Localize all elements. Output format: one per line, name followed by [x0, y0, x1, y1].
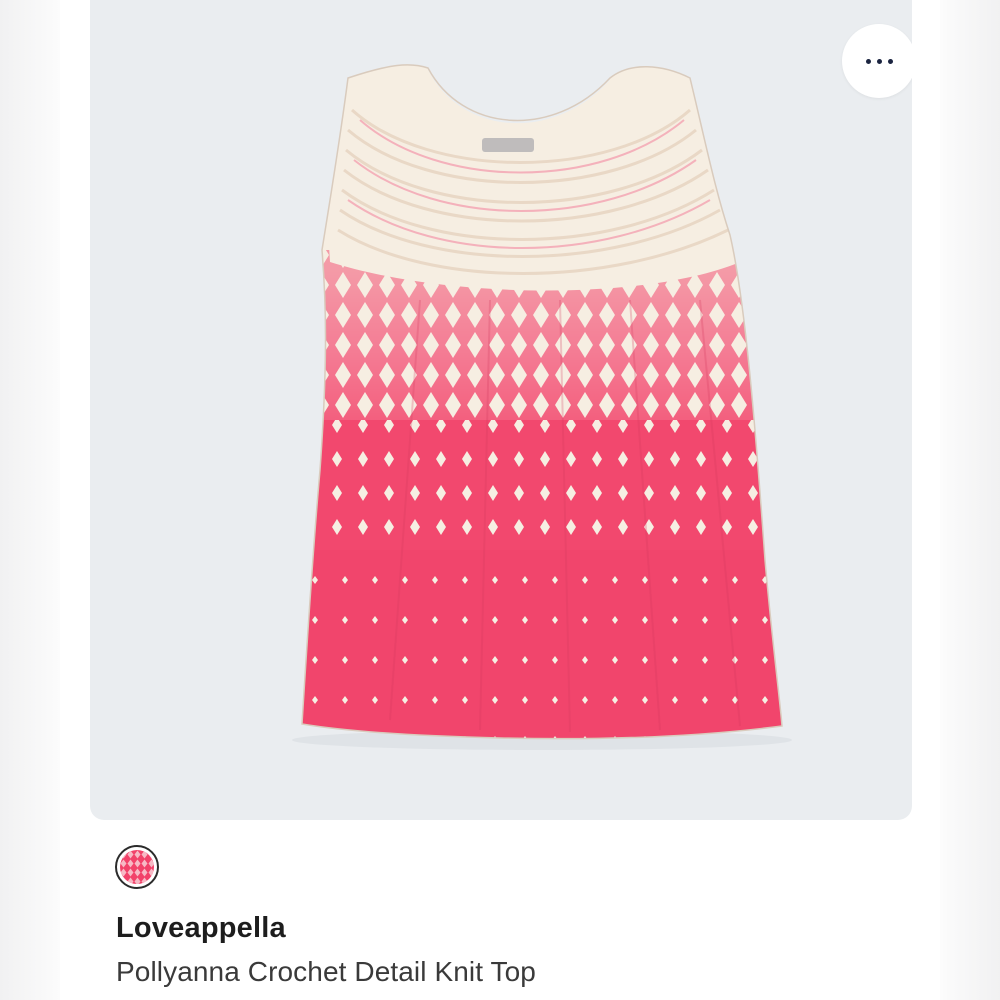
product-title[interactable]: Pollyanna Crochet Detail Knit Top — [116, 956, 536, 988]
product-card[interactable]: Loveappella Pollyanna Crochet Detail Kni… — [60, 0, 940, 1000]
more-dot — [887, 58, 893, 64]
product-image[interactable] — [90, 0, 912, 820]
more-horizontal-icon — [865, 58, 871, 64]
more-options-button[interactable] — [842, 24, 912, 98]
more-dot — [876, 58, 882, 64]
color-swatch[interactable] — [115, 845, 159, 889]
sleeveless-top-icon — [292, 64, 792, 750]
brand-name[interactable]: Loveappella — [116, 912, 286, 945]
color-swatch-icon — [120, 850, 154, 884]
product-page: Loveappella Pollyanna Crochet Detail Kni… — [0, 0, 1000, 1000]
